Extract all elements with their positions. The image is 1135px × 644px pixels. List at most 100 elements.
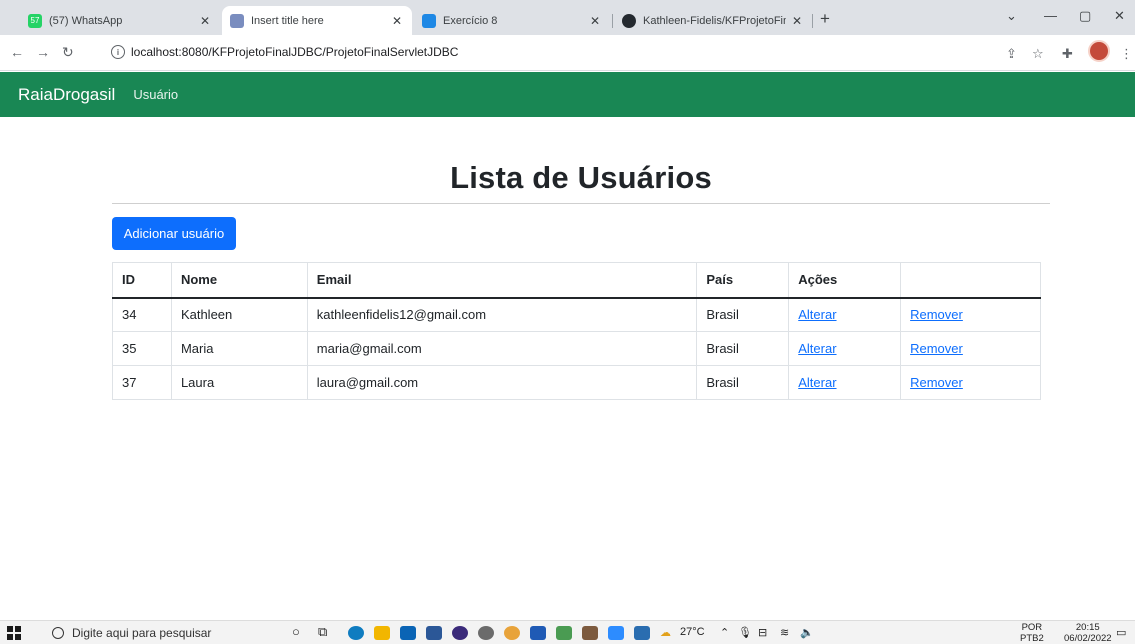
col-header-email: Email [306,262,698,299]
back-icon[interactable]: ← [10,44,24,60]
site-info-icon[interactable]: i [111,45,125,59]
mail-icon[interactable] [400,626,416,640]
photos-icon[interactable] [634,626,650,640]
browser-toolbar: ← → ↻ i localhost:8080/KFProjetoFinalJDB… [0,35,1135,71]
forward-icon[interactable]: → [36,44,50,60]
wifi-icon[interactable]: ≋ [780,626,789,639]
tab-exercicio[interactable]: Exercício 8 ✕ [414,6,610,35]
col-header-id: ID [112,262,172,299]
cell-edit: Alterar [788,331,902,366]
tab-title: Insert title here [251,14,324,27]
volume-icon[interactable]: 🔈 [800,626,814,639]
new-tab-button[interactable]: + [820,9,830,29]
cell-pais: Brasil [696,331,790,366]
cortana-icon[interactable]: ○ [292,624,300,639]
close-window-icon[interactable]: ✕ [1114,8,1125,24]
table-row: 35 Maria maria@gmail.com Brasil Alterar … [112,331,1041,366]
browser-tab-strip: 57 (57) WhatsApp ✕ Insert title here ✕ E… [0,0,1135,35]
col-header-empty [900,262,1041,299]
users-table: ID Nome Email País Ações 34 Kathleen kat… [112,262,1041,400]
table-row: 37 Laura laura@gmail.com Brasil Alterar … [112,365,1041,400]
close-tab-icon[interactable]: ✕ [198,14,212,28]
whatsapp-icon: 57 [28,13,42,28]
menu-kebab-icon[interactable]: ⋮ [1120,46,1133,62]
word-icon[interactable] [530,626,546,640]
windows-start-icon[interactable] [7,626,21,640]
cell-id: 37 [112,365,172,400]
taskbar-search[interactable]: Digite aqui para pesquisar [40,621,266,644]
cell-remove: Remover [900,331,1041,366]
remove-link[interactable]: Remover [910,341,963,356]
clock-date: 06/02/2022 [1064,633,1112,644]
navbar-brand[interactable]: RaiaDrogasil [18,85,115,105]
page-title: Lista de Usuários [450,160,712,195]
cell-nome: Kathleen [170,297,308,332]
url-text: localhost:8080/KFProjetoFinalJDBC/Projet… [131,45,459,59]
cell-edit: Alterar [788,297,902,332]
profile-avatar[interactable] [1088,40,1110,62]
weather-icon[interactable]: ☁ [660,626,671,639]
share-icon[interactable]: ⇪ [1006,46,1017,62]
clock-time: 20:15 [1075,622,1100,633]
cell-pais: Brasil [696,297,790,332]
bookmark-star-icon[interactable]: ☆ [1032,46,1044,62]
tab-insert-title[interactable]: Insert title here ✕ [222,6,412,35]
cell-id: 35 [112,331,172,366]
tab-title: (57) WhatsApp [49,14,123,27]
extensions-icon[interactable]: ✚ [1062,46,1073,62]
cell-remove: Remover [900,297,1041,332]
add-user-button[interactable]: Adicionar usuário [112,217,236,250]
zoom-icon[interactable] [608,626,624,640]
mic-icon[interactable]: 🎙 [738,626,752,639]
chrome-icon[interactable] [504,626,520,640]
network-icon[interactable]: ⊟ [758,626,767,639]
notifications-icon[interactable]: ▭ [1116,626,1126,639]
tab-title: Exercício 8 [443,14,498,27]
input-language[interactable]: POR PTB2 [1020,622,1044,644]
windows-taskbar: Digite aqui para pesquisar ○ ⧉ ☁ 27°C ⌃ … [0,620,1135,644]
close-tab-icon[interactable]: ✕ [390,14,404,28]
classroom-icon [422,13,436,28]
edit-link[interactable]: Alterar [798,307,836,322]
close-tab-icon[interactable]: ✕ [790,14,804,28]
cell-nome: Maria [170,331,308,366]
app-icon[interactable] [582,626,598,640]
weather-temp: 27°C [680,626,705,638]
app-icon[interactable] [478,626,494,640]
edge-icon[interactable] [348,626,364,640]
reload-icon[interactable]: ↻ [62,44,74,61]
task-view-icon[interactable]: ⧉ [318,624,327,640]
cell-email: kathleenfidelis12@gmail.com [306,297,698,332]
edit-link[interactable]: Alterar [798,341,836,356]
taskbar-search-placeholder: Digite aqui para pesquisar [72,626,212,640]
col-header-pais: País [696,262,790,299]
cell-email: laura@gmail.com [306,365,698,400]
file-explorer-icon[interactable] [374,626,390,640]
remove-link[interactable]: Remover [910,375,963,390]
close-tab-icon[interactable]: ✕ [588,14,602,28]
remove-link[interactable]: Remover [910,307,963,322]
cell-email: maria@gmail.com [306,331,698,366]
tab-search-icon[interactable]: ⌄ [1006,8,1017,24]
table-row: 34 Kathleen kathleenfidelis12@gmail.com … [112,297,1041,332]
app-icon[interactable] [426,626,442,640]
minimize-icon[interactable]: — [1044,8,1057,23]
title-divider [112,203,1050,204]
app-icon[interactable] [556,626,572,640]
page-icon [230,13,244,28]
system-clock[interactable]: 20:15 06/02/2022 [1064,622,1112,644]
tab-separator [612,14,613,28]
keyboard-layout: PTB2 [1020,633,1044,644]
tab-whatsapp[interactable]: 57 (57) WhatsApp ✕ [20,6,220,35]
language-code: POR [1021,622,1043,633]
cell-nome: Laura [170,365,308,400]
github-icon [622,13,636,28]
tab-github[interactable]: Kathleen-Fidelis/KFProjetoFinalJDBC ✕ [614,6,812,35]
tray-chevron-icon[interactable]: ⌃ [720,626,729,639]
cell-pais: Brasil [696,365,790,400]
edit-link[interactable]: Alterar [798,375,836,390]
address-bar[interactable]: i localhost:8080/KFProjetoFinalJDBC/Proj… [103,40,1023,64]
maximize-icon[interactable]: ▢ [1079,8,1091,24]
nav-link-usuario[interactable]: Usuário [133,87,178,102]
eclipse-icon[interactable] [452,626,468,640]
